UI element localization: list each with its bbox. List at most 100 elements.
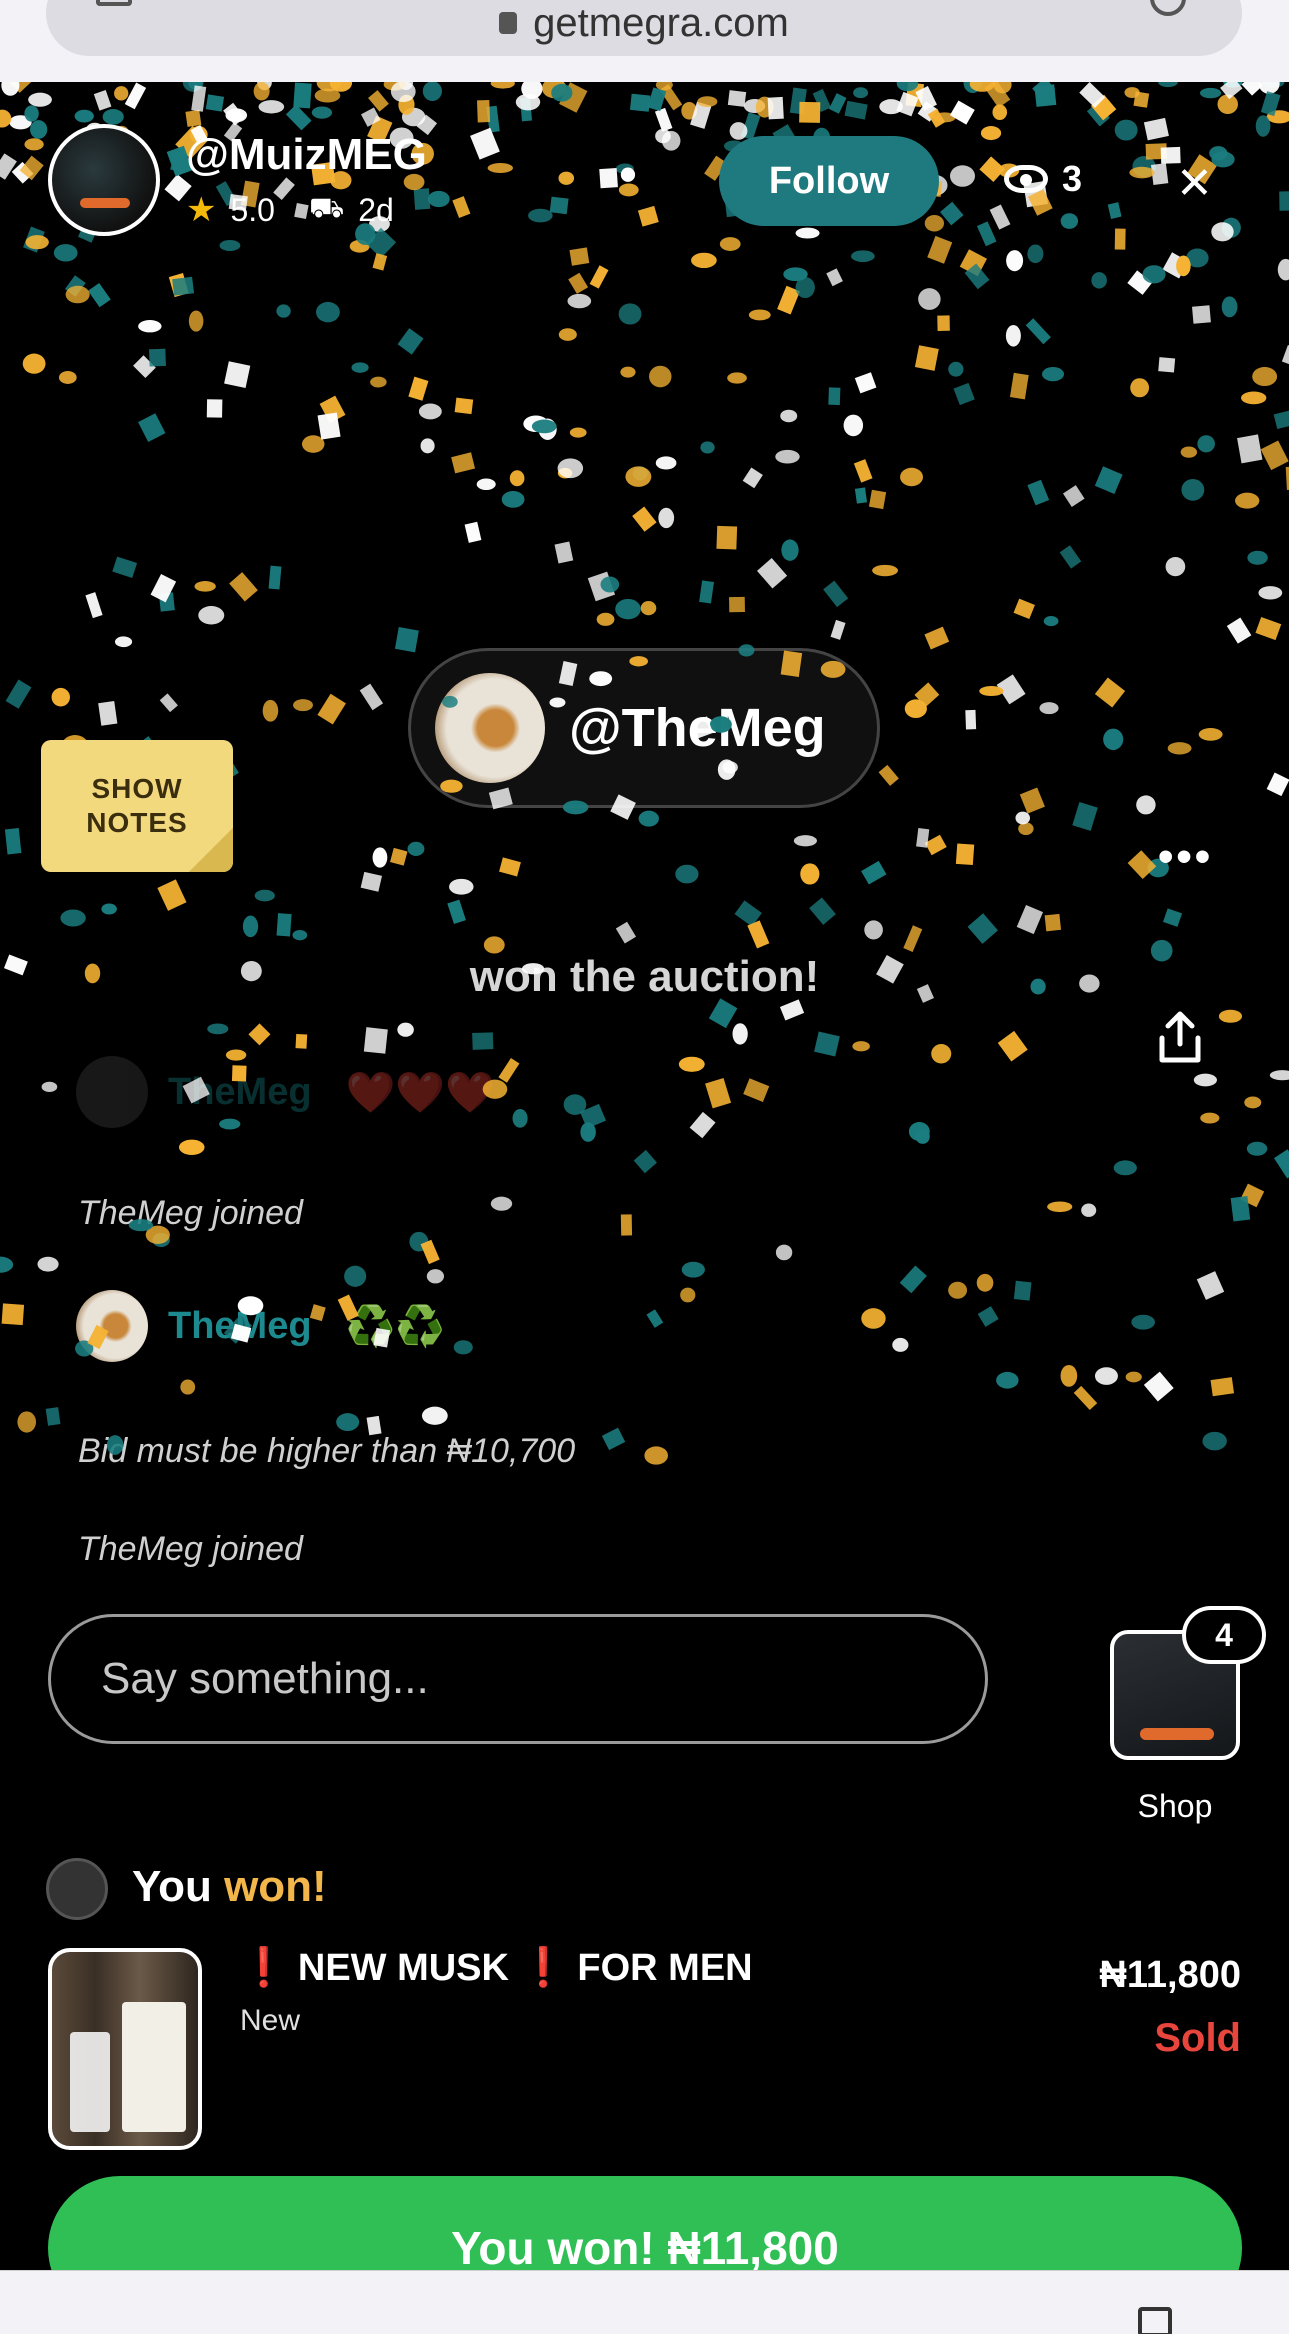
confetti-piece [390, 847, 408, 866]
chat-input[interactable] [48, 1614, 988, 1744]
confetti-piece [1167, 742, 1192, 755]
confetti-piece [1073, 1385, 1098, 1411]
confetti-piece [401, 107, 426, 127]
confetti-piece [363, 1027, 388, 1054]
confetti-piece [558, 171, 575, 185]
shop-label[interactable]: Shop [1100, 1788, 1250, 1825]
confetti-piece [1279, 191, 1289, 211]
confetti-piece [949, 100, 975, 125]
confetti-piece [0, 153, 17, 180]
confetti-piece [580, 1122, 596, 1142]
confetti-piece [620, 1214, 633, 1236]
confetti-piece [589, 265, 609, 289]
confetti-piece [191, 85, 207, 112]
confetti-piece [1133, 91, 1150, 108]
confetti-piece [734, 900, 762, 927]
product-image[interactable] [48, 1948, 202, 2150]
more-options-icon[interactable]: ••• [1158, 832, 1213, 882]
confetti-piece [114, 86, 129, 101]
confetti-piece [257, 82, 272, 91]
url-bar[interactable]: getmegra.com [46, 0, 1242, 56]
confetti-piece [329, 82, 353, 92]
confetti-piece [557, 458, 584, 479]
reload-icon[interactable] [1150, 0, 1186, 16]
confetti-piece [1255, 616, 1282, 641]
confetti-piece [476, 478, 496, 490]
confetti-piece [953, 382, 975, 406]
confetti-piece [408, 376, 429, 401]
confetti-piece [149, 348, 166, 367]
confetti-piece [383, 82, 406, 91]
confetti-piece [1127, 850, 1157, 880]
system-message: Bid must be higher than ₦10,700 [78, 1432, 576, 1470]
confetti-piece [150, 574, 177, 603]
confetti-piece [964, 263, 990, 290]
tabs-icon[interactable] [96, 0, 132, 6]
confetti-piece [567, 293, 592, 309]
follow-button[interactable]: Follow [719, 136, 939, 226]
host-meta: ★ 5.0 ⛟ 2d [186, 190, 394, 230]
confetti-piece [483, 936, 505, 954]
confetti-piece [914, 682, 940, 708]
confetti-piece [490, 82, 515, 89]
close-icon[interactable]: ✕ [1176, 158, 1213, 209]
confetti-piece [1136, 795, 1156, 815]
confetti-piece [1176, 255, 1191, 277]
confetti-piece [1019, 787, 1045, 814]
confetti-piece [559, 82, 588, 113]
confetti-piece [655, 82, 673, 91]
host-avatar[interactable] [48, 124, 160, 236]
you-won-button[interactable]: You won! ₦11,800 [48, 2176, 1242, 2270]
won-status-dot [46, 1858, 108, 1920]
confetti-piece [1143, 117, 1169, 141]
confetti-piece [780, 409, 798, 423]
confetti-piece [499, 857, 521, 877]
product-title[interactable]: ❗ NEW MUSK ❗ FOR MEN [240, 1946, 753, 1990]
confetti-piece [1018, 822, 1034, 836]
confetti-piece [422, 82, 442, 101]
confetti-piece [690, 101, 712, 129]
confetti-piece [1258, 82, 1280, 94]
host-name[interactable]: @MuizMEG [186, 130, 427, 180]
show-notes-line1: SHOW [91, 773, 183, 804]
host-rating: 5.0 [230, 191, 275, 228]
confetti-piece [1281, 345, 1289, 369]
confetti-piece [521, 82, 543, 99]
confetti-piece [9, 115, 32, 130]
confetti-piece [659, 84, 683, 111]
chat-username[interactable]: TheMeg [168, 1071, 312, 1114]
confetti-piece [861, 1308, 886, 1329]
confetti-piece [742, 467, 763, 489]
confetti-piece [53, 244, 78, 262]
confetti-piece [924, 626, 950, 650]
tabs-icon[interactable] [1138, 2307, 1172, 2334]
confetti-piece [24, 138, 44, 151]
confetti-piece [30, 120, 48, 139]
confetti-piece [1217, 94, 1238, 115]
confetti-piece [699, 580, 714, 604]
confetti-piece [1199, 87, 1222, 99]
confetti-piece [37, 1256, 59, 1272]
confetti-piece [351, 362, 369, 373]
confetti-piece [464, 521, 482, 543]
confetti-piece [799, 101, 821, 123]
confetti-piece [1107, 202, 1122, 219]
confetti-piece [783, 267, 808, 282]
chat-username[interactable]: TheMeg [168, 1305, 312, 1348]
show-notes-button[interactable]: SHOW NOTES [41, 740, 233, 872]
system-message: TheMeg joined [78, 1194, 303, 1232]
confetti-piece [372, 847, 388, 868]
browser-bottom-bar [0, 2270, 1289, 2334]
confetti-piece [793, 835, 817, 847]
confetti-piece [452, 196, 471, 218]
confetti-piece [88, 282, 111, 308]
confetti-piece [1181, 478, 1205, 501]
confetti-piece [51, 687, 70, 707]
confetti-piece [918, 288, 941, 310]
share-icon[interactable] [1156, 1010, 1204, 1066]
confetti-piece [569, 247, 590, 266]
show-notes-line2: NOTES [86, 807, 188, 838]
url-text[interactable]: getmegra.com [533, 1, 789, 46]
confetti-piece [779, 999, 805, 1021]
confetti-piece [579, 1103, 607, 1129]
